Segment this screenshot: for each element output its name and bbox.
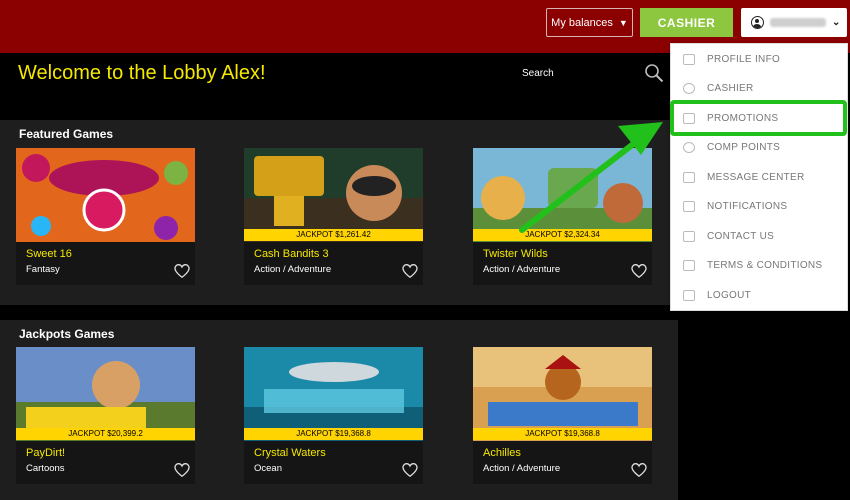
menu-item-label: MESSAGE CENTER xyxy=(707,172,805,183)
menu-item-label: CASHIER xyxy=(707,83,754,94)
game-genre: Action / Adventure xyxy=(483,463,561,474)
cashier-button-label: CASHIER xyxy=(657,15,716,30)
user-dropdown-menu: PROFILE INFO CASHIER PROMOTIONS COMP POI… xyxy=(670,43,848,311)
jackpot-amount: JACKPOT $19,368.8 xyxy=(244,428,423,440)
game-thumbnail xyxy=(16,347,195,441)
menu-item-cashier[interactable]: CASHIER xyxy=(671,74,849,103)
menu-item-label: CONTACT US xyxy=(707,231,775,242)
menu-item-label: PROFILE INFO xyxy=(707,54,781,65)
section-title: Jackpots Games xyxy=(19,327,115,341)
user-menu-button[interactable]: ⌄ xyxy=(741,8,847,37)
logout-icon xyxy=(683,290,695,301)
game-title: Achilles xyxy=(483,447,521,459)
my-balances-button[interactable]: My balances ▼ xyxy=(546,8,633,37)
game-title: Crystal Waters xyxy=(254,447,326,459)
game-genre: Action / Adventure xyxy=(483,264,561,275)
heart-icon[interactable] xyxy=(630,263,648,279)
featured-games-section: Featured Games Sweet 16 Fantasy JACKPOT … xyxy=(0,120,678,305)
game-card-achilles[interactable]: JACKPOT $19,368.8 Achilles Action / Adve… xyxy=(473,347,652,484)
game-card-crystal-waters[interactable]: JACKPOT $19,368.8 Crystal Waters Ocean xyxy=(244,347,423,484)
menu-item-profile-info[interactable]: PROFILE INFO xyxy=(671,45,849,74)
document-icon xyxy=(683,260,695,271)
contact-icon xyxy=(683,231,695,242)
menu-item-logout[interactable]: LOGOUT xyxy=(671,281,849,310)
promotions-highlight-box xyxy=(670,100,847,136)
jackpot-amount: JACKPOT $1,261.42 xyxy=(244,229,423,241)
heart-icon[interactable] xyxy=(173,462,191,478)
game-thumbnail xyxy=(244,148,423,242)
heart-icon[interactable] xyxy=(630,462,648,478)
jackpot-amount: JACKPOT $19,368.8 xyxy=(473,428,652,440)
game-title: Twister Wilds xyxy=(483,248,548,260)
id-card-icon xyxy=(683,54,695,65)
game-genre: Cartoons xyxy=(26,463,65,474)
casino-lobby: My balances ▼ CASHIER ⌄ Welcome to the L… xyxy=(0,0,850,500)
money-bag-icon xyxy=(683,83,695,94)
heart-icon[interactable] xyxy=(401,263,419,279)
heart-icon[interactable] xyxy=(401,462,419,478)
menu-item-comp-points[interactable]: COMP POINTS xyxy=(671,133,849,162)
jackpot-amount: JACKPOT $2,324.34 xyxy=(473,229,652,241)
chip-icon xyxy=(683,142,695,153)
menu-item-contact-us[interactable]: CONTACT US xyxy=(671,222,849,251)
chevron-down-icon: ▼ xyxy=(618,17,628,28)
search-icon[interactable] xyxy=(644,63,664,83)
game-title: PayDirt! xyxy=(26,447,66,459)
game-card-cash-bandits-3[interactable]: JACKPOT $1,261.42 Cash Bandits 3 Action … xyxy=(244,148,423,285)
my-balances-label: My balances xyxy=(551,16,613,29)
game-thumbnail xyxy=(473,347,652,441)
menu-item-label: LOGOUT xyxy=(707,290,752,301)
game-thumbnail xyxy=(16,148,195,242)
menu-item-message-center[interactable]: MESSAGE CENTER xyxy=(671,163,849,192)
menu-item-label: NOTIFICATIONS xyxy=(707,201,788,212)
username-redacted xyxy=(770,18,826,27)
game-genre: Action / Adventure xyxy=(254,264,332,275)
game-title: Cash Bandits 3 xyxy=(254,248,329,260)
jackpots-games-section: Jackpots Games JACKPOT $20,399.2 PayDirt… xyxy=(0,320,678,500)
game-genre: Ocean xyxy=(254,463,282,474)
game-card-sweet-16[interactable]: Sweet 16 Fantasy xyxy=(16,148,195,285)
menu-item-terms[interactable]: TERMS & CONDITIONS xyxy=(671,251,849,280)
jackpot-amount: JACKPOT $20,399.2 xyxy=(16,428,195,440)
welcome-heading: Welcome to the Lobby Alex! xyxy=(18,62,266,84)
game-thumbnail xyxy=(473,148,652,242)
game-title: Sweet 16 xyxy=(26,248,72,260)
menu-item-notifications[interactable]: NOTIFICATIONS xyxy=(671,192,849,221)
user-avatar-icon xyxy=(751,16,764,29)
cashier-button[interactable]: CASHIER xyxy=(640,8,733,37)
menu-item-label: COMP POINTS xyxy=(707,142,781,153)
search-input[interactable]: Search xyxy=(522,68,554,79)
heart-icon[interactable] xyxy=(173,263,191,279)
notification-icon xyxy=(683,201,695,212)
menu-item-label: TERMS & CONDITIONS xyxy=(707,260,823,271)
game-card-twister-wilds[interactable]: JACKPOT $2,324.34 Twister Wilds Action /… xyxy=(473,148,652,285)
envelope-icon xyxy=(683,172,695,183)
game-thumbnail xyxy=(244,347,423,441)
section-title: Featured Games xyxy=(19,127,114,141)
game-card-paydirt[interactable]: JACKPOT $20,399.2 PayDirt! Cartoons xyxy=(16,347,195,484)
chevron-down-icon: ⌄ xyxy=(832,17,841,28)
game-genre: Fantasy xyxy=(26,264,60,275)
